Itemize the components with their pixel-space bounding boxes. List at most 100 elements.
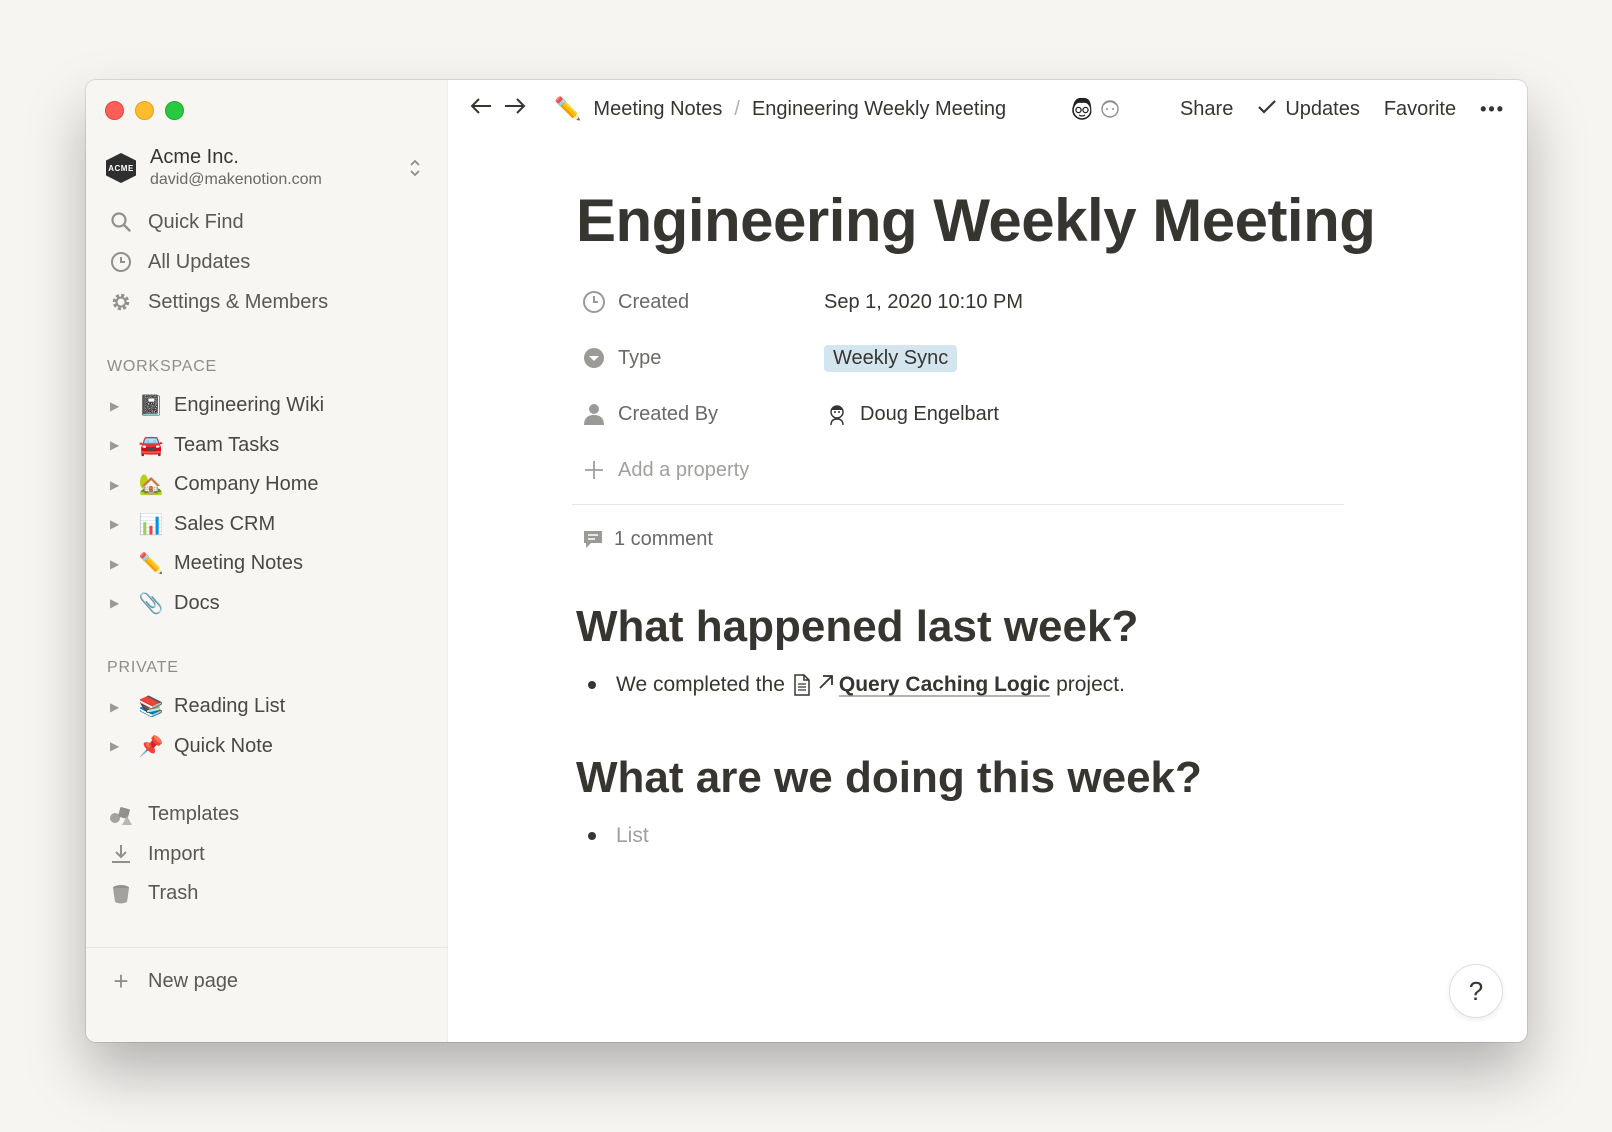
- clock-icon: [582, 290, 606, 314]
- collaborator-avatars: [1063, 90, 1129, 128]
- minimize-window-button[interactable]: [135, 101, 154, 120]
- house-icon: 🏡: [138, 474, 164, 497]
- property-value-type[interactable]: Weekly Sync: [824, 344, 958, 372]
- property-type: Type Weekly Sync: [576, 330, 1376, 386]
- add-property-button[interactable]: Add a property: [576, 442, 1376, 498]
- avatar[interactable]: [1091, 90, 1129, 128]
- sidebar-item-templates[interactable]: Templates: [106, 795, 426, 835]
- updates-label: Updates: [1285, 97, 1360, 120]
- forward-arrow-icon[interactable]: [498, 95, 532, 123]
- expand-triangle-icon[interactable]: ▶: [110, 700, 124, 714]
- sidebar-item-label: Reading List: [174, 695, 286, 718]
- sidebar-divider: [86, 947, 448, 948]
- workspace-logo: ACME: [106, 153, 136, 183]
- creator-name: Doug Engelbart: [860, 402, 999, 425]
- expand-triangle-icon[interactable]: ▶: [110, 596, 124, 610]
- breadcrumb-current-page[interactable]: Engineering Weekly Meeting: [752, 98, 1006, 121]
- comment-icon: [582, 528, 604, 550]
- updates-button[interactable]: Updates: [1257, 98, 1360, 121]
- topbar: ✏️ Meeting Notes / Engineering Weekly Me…: [448, 80, 1527, 138]
- expand-triangle-icon[interactable]: ▶: [110, 557, 124, 571]
- plus-icon: +: [113, 965, 129, 996]
- sidebar-item-meeting-notes[interactable]: ▶ ✏️ Meeting Notes: [110, 544, 430, 584]
- sidebar-item-engineering-wiki[interactable]: ▶ 📓 Engineering Wiki: [110, 386, 430, 426]
- paperclip-icon: 📎: [138, 592, 164, 615]
- window-controls: [105, 101, 184, 120]
- expand-triangle-icon[interactable]: ▶: [110, 739, 124, 753]
- property-name-created[interactable]: Created: [576, 290, 824, 314]
- notebook-icon: 📓: [138, 395, 164, 418]
- page-title[interactable]: Engineering Weekly Meeting: [576, 186, 1376, 256]
- workspace-name: Acme Inc.: [150, 146, 239, 168]
- link-arrow-icon: [817, 673, 835, 697]
- search-icon: [106, 211, 136, 233]
- page-link-query-caching[interactable]: Query Caching Logic: [839, 673, 1050, 697]
- breadcrumb-meeting-notes[interactable]: Meeting Notes: [593, 98, 722, 121]
- sidebar-menu: Quick Find All Updates Settings & Member…: [106, 202, 426, 322]
- sidebar-item-import[interactable]: Import: [106, 835, 426, 875]
- property-value-created: Sep 1, 2020 10:10 PM: [824, 290, 1024, 313]
- expand-triangle-icon[interactable]: ▶: [110, 438, 124, 452]
- sidebar: ACME Acme Inc. david@makenotion.com Quic…: [86, 80, 448, 1042]
- workspace-switcher[interactable]: ACME Acme Inc. david@makenotion.com: [106, 140, 426, 196]
- page-content: Engineering Weekly Meeting Created Sep 1…: [572, 186, 1376, 856]
- expand-triangle-icon[interactable]: ▶: [110, 399, 124, 413]
- bullet-text-suffix: project.: [1056, 673, 1125, 696]
- expand-triangle-icon[interactable]: ▶: [110, 517, 124, 531]
- sidebar-item-label: Team Tasks: [174, 433, 280, 456]
- clock-icon: [106, 251, 136, 273]
- expand-triangle-icon[interactable]: ▶: [110, 478, 124, 492]
- sidebar-item-all-updates[interactable]: All Updates: [106, 242, 426, 282]
- books-icon: 📚: [138, 696, 164, 719]
- heading-last-week[interactable]: What happened last week?: [576, 599, 1376, 655]
- close-window-button[interactable]: [105, 101, 124, 120]
- help-button[interactable]: ?: [1449, 964, 1503, 1018]
- chevron-updown-icon: [408, 157, 422, 179]
- comments-button[interactable]: 1 comment: [576, 521, 1376, 557]
- property-label: Created By: [618, 402, 719, 425]
- sidebar-item-label: Engineering Wiki: [174, 394, 325, 417]
- sidebar-item-label: Quick Note: [174, 734, 273, 757]
- workspace-email: david@makenotion.com: [150, 171, 322, 188]
- templates-icon: [106, 804, 136, 826]
- sidebar-item-quick-note[interactable]: ▶ 📌 Quick Note: [110, 727, 430, 767]
- share-button[interactable]: Share: [1180, 98, 1233, 121]
- sidebar-item-docs[interactable]: ▶ 📎 Docs: [110, 584, 430, 624]
- sidebar-item-reading-list[interactable]: ▶ 📚 Reading List: [110, 687, 430, 727]
- sidebar-item-label: Sales CRM: [174, 512, 276, 535]
- sidebar-item-team-tasks[interactable]: ▶ 🚘 Team Tasks: [110, 426, 430, 466]
- sidebar-item-label: Settings & Members: [148, 290, 329, 313]
- import-icon: [106, 843, 136, 865]
- property-value-created-by[interactable]: Doug Engelbart: [824, 402, 999, 426]
- add-property-label: Add a property: [618, 458, 750, 481]
- more-options-icon[interactable]: •••: [1480, 99, 1505, 120]
- gear-icon: [106, 291, 136, 313]
- sidebar-item-trash[interactable]: Trash: [106, 874, 426, 914]
- sidebar-item-label: Trash: [148, 882, 199, 905]
- section-label-workspace: WORKSPACE: [107, 358, 218, 375]
- plus-icon: [582, 459, 606, 481]
- top-actions: Share Updates Favorite •••: [1156, 80, 1505, 138]
- new-page-button[interactable]: + New page: [106, 961, 238, 1001]
- trash-icon: [106, 883, 136, 905]
- avatar: [824, 402, 850, 426]
- property-name-type[interactable]: Type: [576, 346, 824, 370]
- sidebar-item-label: Meeting Notes: [174, 552, 303, 575]
- maximize-window-button[interactable]: [165, 101, 184, 120]
- heading-this-week[interactable]: What are we doing this week?: [576, 750, 1376, 806]
- sidebar-item-quick-find[interactable]: Quick Find: [106, 202, 426, 242]
- favorite-button[interactable]: Favorite: [1384, 98, 1456, 121]
- list-item[interactable]: We completed the Query Caching Logic pro…: [576, 665, 1376, 705]
- sidebar-item-label: All Updates: [148, 250, 251, 273]
- sidebar-item-sales-crm[interactable]: ▶ 📊 Sales CRM: [110, 505, 430, 545]
- property-name-created-by[interactable]: Created By: [576, 402, 824, 426]
- sidebar-item-settings[interactable]: Settings & Members: [106, 282, 426, 322]
- list-item[interactable]: List: [576, 816, 1376, 856]
- bullet-dot: [588, 832, 596, 840]
- back-arrow-icon[interactable]: [464, 95, 498, 123]
- sidebar-item-label: Company Home: [174, 473, 319, 496]
- bullet-dot: [588, 681, 596, 689]
- sidebar-item-company-home[interactable]: ▶ 🏡 Company Home: [110, 465, 430, 505]
- list-placeholder: List: [616, 824, 649, 847]
- property-created-by: Created By Doug Engelbart: [576, 386, 1376, 442]
